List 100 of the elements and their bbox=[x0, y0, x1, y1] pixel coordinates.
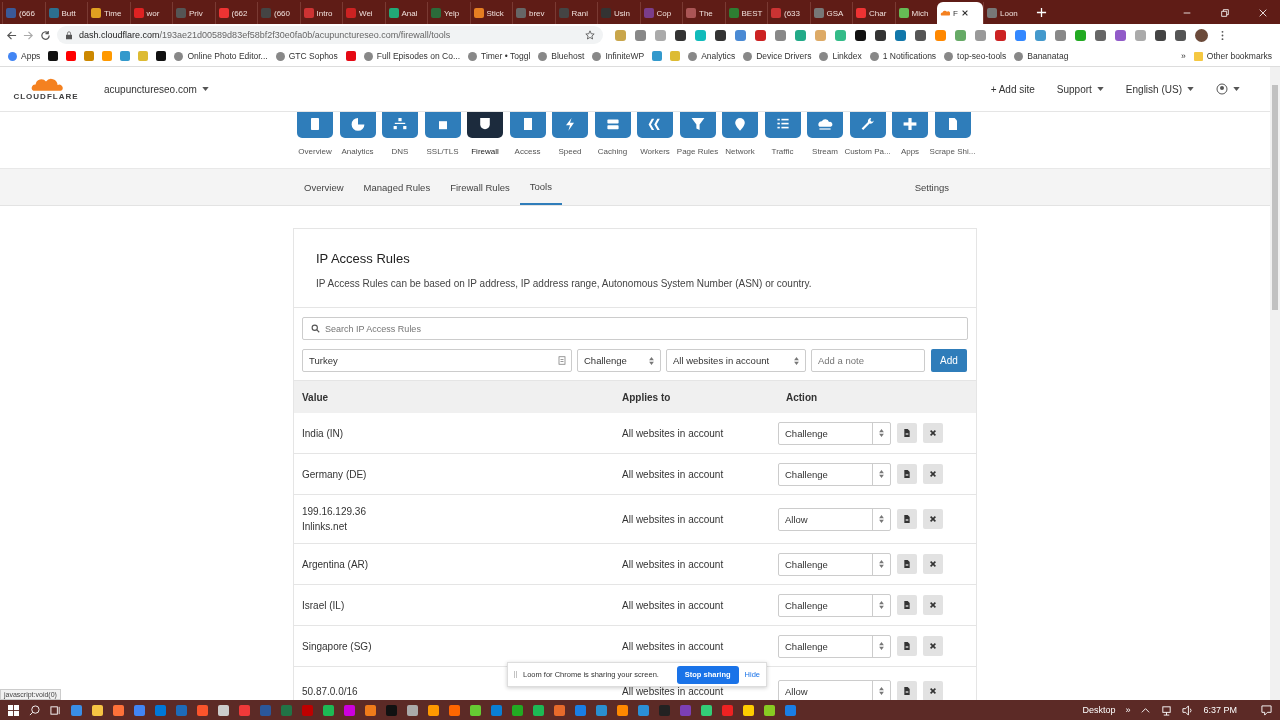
value-field[interactable]: Turkey bbox=[302, 349, 572, 372]
nav-item[interactable]: Firewall bbox=[466, 112, 504, 168]
add-site-link[interactable]: + Add site bbox=[990, 83, 1035, 95]
sub-tab[interactable]: Managed Rules bbox=[353, 169, 441, 205]
windows-icon[interactable] bbox=[8, 704, 19, 716]
taskbar-app-icon[interactable] bbox=[365, 704, 376, 716]
nav-item[interactable]: Apps bbox=[891, 112, 929, 168]
note-button[interactable] bbox=[897, 509, 917, 529]
support-dropdown[interactable]: Support bbox=[1056, 83, 1104, 95]
taskbar-app-icon[interactable] bbox=[764, 704, 775, 716]
taskbar-app-icon[interactable] bbox=[407, 704, 418, 716]
delete-button[interactable] bbox=[923, 509, 943, 529]
notifications-icon[interactable] bbox=[1261, 704, 1272, 716]
nav-item[interactable]: Caching bbox=[593, 112, 632, 168]
sub-tab[interactable]: Overview bbox=[294, 169, 354, 205]
domain-dropdown[interactable]: acupunctureseo.com bbox=[104, 83, 209, 95]
nav-item[interactable]: Traffic bbox=[763, 112, 802, 168]
note-field[interactable]: Add a note bbox=[811, 349, 925, 372]
taskbar-app-icon[interactable] bbox=[218, 704, 229, 716]
extension-icon[interactable] bbox=[715, 29, 726, 41]
note-button[interactable] bbox=[897, 423, 917, 443]
taskbar-app-icon[interactable] bbox=[92, 704, 103, 716]
note-button[interactable] bbox=[897, 595, 917, 615]
note-button[interactable] bbox=[897, 464, 917, 484]
bookmark-link[interactable]: Full Episodes on Co... bbox=[363, 51, 460, 61]
bookmark-link[interactable]: Bananatag bbox=[1014, 51, 1069, 61]
language-dropdown[interactable]: English (US) bbox=[1125, 83, 1194, 95]
taskbar-app-icon[interactable] bbox=[701, 704, 712, 716]
nav-item[interactable]: Access bbox=[508, 112, 547, 168]
taskbar-app-icon[interactable] bbox=[617, 704, 628, 716]
sub-tab[interactable]: Firewall Rules bbox=[440, 169, 520, 205]
search-field[interactable]: Search IP Access Rules bbox=[302, 317, 968, 340]
delete-button[interactable] bbox=[923, 595, 943, 615]
account-dropdown[interactable] bbox=[1216, 83, 1240, 95]
nav-item[interactable]: Page Rules bbox=[678, 112, 717, 168]
bookmark-link[interactable]: Device Drivers bbox=[743, 51, 812, 61]
bookmark-link[interactable]: InfiniteWP bbox=[592, 51, 645, 61]
delete-button[interactable] bbox=[923, 636, 943, 656]
extension-icon[interactable] bbox=[1155, 29, 1166, 41]
clock[interactable]: 6:37 PM bbox=[1203, 705, 1237, 715]
bookmark-link[interactable]: Analytics bbox=[688, 51, 736, 61]
taskbar-app-icon[interactable] bbox=[533, 704, 544, 716]
nav-item[interactable]: DNS bbox=[381, 112, 419, 168]
logo[interactable]: CLOUDFLARE bbox=[10, 77, 82, 101]
bookmark-link[interactable]: 1 Notifications bbox=[869, 51, 937, 61]
task-view-icon[interactable] bbox=[50, 704, 61, 716]
restore-icon[interactable] bbox=[1220, 8, 1230, 18]
action-select[interactable]: Challenge bbox=[778, 552, 891, 576]
desktop-toolbar[interactable]: Desktop bbox=[1082, 705, 1116, 715]
action-select[interactable]: Allow bbox=[778, 507, 891, 531]
bookmark-link[interactable]: top-seo-tools bbox=[944, 51, 1007, 61]
taskbar-app-icon[interactable] bbox=[113, 704, 124, 716]
settings-link[interactable]: Settings bbox=[914, 181, 949, 193]
taskbar-app-icon[interactable] bbox=[428, 704, 439, 716]
action-select[interactable]: Challenge bbox=[778, 593, 891, 617]
delete-button[interactable] bbox=[923, 681, 943, 700]
bookmark-link[interactable]: Bluehost bbox=[538, 51, 585, 61]
star-icon[interactable] bbox=[585, 30, 595, 40]
taskbar-app-icon[interactable] bbox=[743, 704, 754, 716]
address-bar[interactable]: dash.cloudflare.com/193ae21d00589d83ef58bf2f30e0fa0b/acupunctureseo.com/firewall/tools bbox=[57, 26, 603, 44]
taskbar-app-icon[interactable] bbox=[554, 704, 565, 716]
note-button[interactable] bbox=[897, 681, 917, 700]
close-icon[interactable] bbox=[960, 9, 969, 17]
extension-icon[interactable] bbox=[915, 29, 926, 41]
nav-item[interactable]: Speed bbox=[551, 112, 589, 168]
extension-icon[interactable] bbox=[855, 29, 866, 41]
reload-icon[interactable] bbox=[40, 29, 51, 41]
add-button[interactable]: Add bbox=[931, 349, 967, 372]
bookmark-link[interactable]: Apps bbox=[8, 51, 41, 61]
bookmark-link[interactable]: Linkdex bbox=[819, 51, 862, 61]
search-icon[interactable] bbox=[29, 704, 40, 716]
avatar-icon[interactable] bbox=[1195, 28, 1208, 42]
speaker-icon[interactable] bbox=[1182, 704, 1194, 716]
bookmark-link[interactable]: Timer • Toggl bbox=[468, 51, 531, 61]
bookmark-link[interactable]: GTC Sophos bbox=[275, 51, 338, 61]
nav-item[interactable]: Analytics bbox=[338, 112, 377, 168]
taskbar-app-icon[interactable] bbox=[470, 704, 481, 716]
nav-item[interactable]: Stream bbox=[806, 112, 844, 168]
more-bookmarks[interactable]: » bbox=[1181, 51, 1186, 61]
new-tab-icon[interactable] bbox=[1035, 7, 1047, 18]
scrollbar-thumb[interactable] bbox=[1272, 85, 1278, 310]
taskbar-app-icon[interactable] bbox=[197, 704, 208, 716]
action-select[interactable]: Challenge bbox=[778, 634, 891, 658]
sub-tab[interactable]: Tools bbox=[519, 169, 562, 205]
taskbar-app-icon[interactable] bbox=[512, 704, 523, 716]
action-select[interactable]: Challenge bbox=[778, 421, 891, 445]
nav-item[interactable]: Workers bbox=[636, 112, 674, 168]
back-icon[interactable] bbox=[6, 29, 17, 41]
delete-button[interactable] bbox=[923, 464, 943, 484]
taskbar-app-icon[interactable] bbox=[323, 704, 334, 716]
extension-icon[interactable] bbox=[675, 29, 686, 41]
taskbar-app-icon[interactable] bbox=[596, 704, 607, 716]
toolbar-overflow[interactable]: » bbox=[1125, 705, 1131, 715]
taskbar-app-icon[interactable] bbox=[638, 704, 649, 716]
bookmark-icon[interactable] bbox=[156, 51, 167, 61]
delete-button[interactable] bbox=[923, 423, 943, 443]
grip-icon[interactable] bbox=[514, 671, 517, 678]
taskbar-app-icon[interactable] bbox=[134, 704, 145, 716]
taskbar-app-icon[interactable] bbox=[449, 704, 460, 716]
nav-item[interactable]: Network bbox=[721, 112, 759, 168]
